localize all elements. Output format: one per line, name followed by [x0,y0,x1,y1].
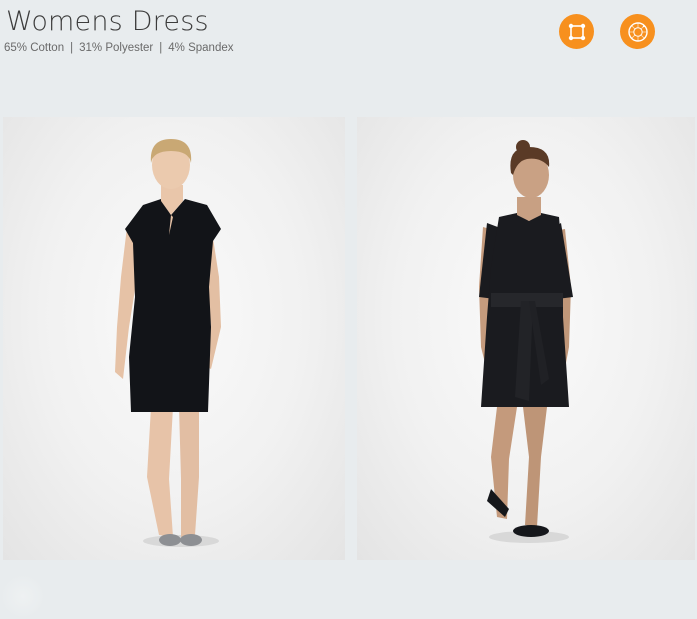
corner-decoration [0,574,46,619]
rotate-360-icon [627,21,648,42]
view-360-button[interactable] [620,14,655,49]
material-separator: | [70,42,74,54]
material-composition: 65% Cotton | 31% Polyester | 4% Spandex [4,41,233,55]
material-polyester: 31% Polyester [79,42,154,54]
model-front-view-image [115,139,221,547]
material-separator: | [159,42,163,54]
photo-side[interactable] [357,117,695,560]
product-header: Womens Dress 65% Cotton | 31% Polyester | 4%… [0,0,697,110]
model-belted-dress-image [479,140,573,543]
material-cotton: 65% Cotton [4,42,65,54]
material-spandex: 4% Spandex [168,42,234,54]
product-title: Womens Dress [6,6,209,37]
photo-front[interactable] [3,117,345,560]
measurements-button[interactable] [559,14,594,49]
measure-frame-icon [568,23,585,40]
product-page: Womens Dress 65% Cotton | 31% Polyester | 4%… [0,0,697,619]
